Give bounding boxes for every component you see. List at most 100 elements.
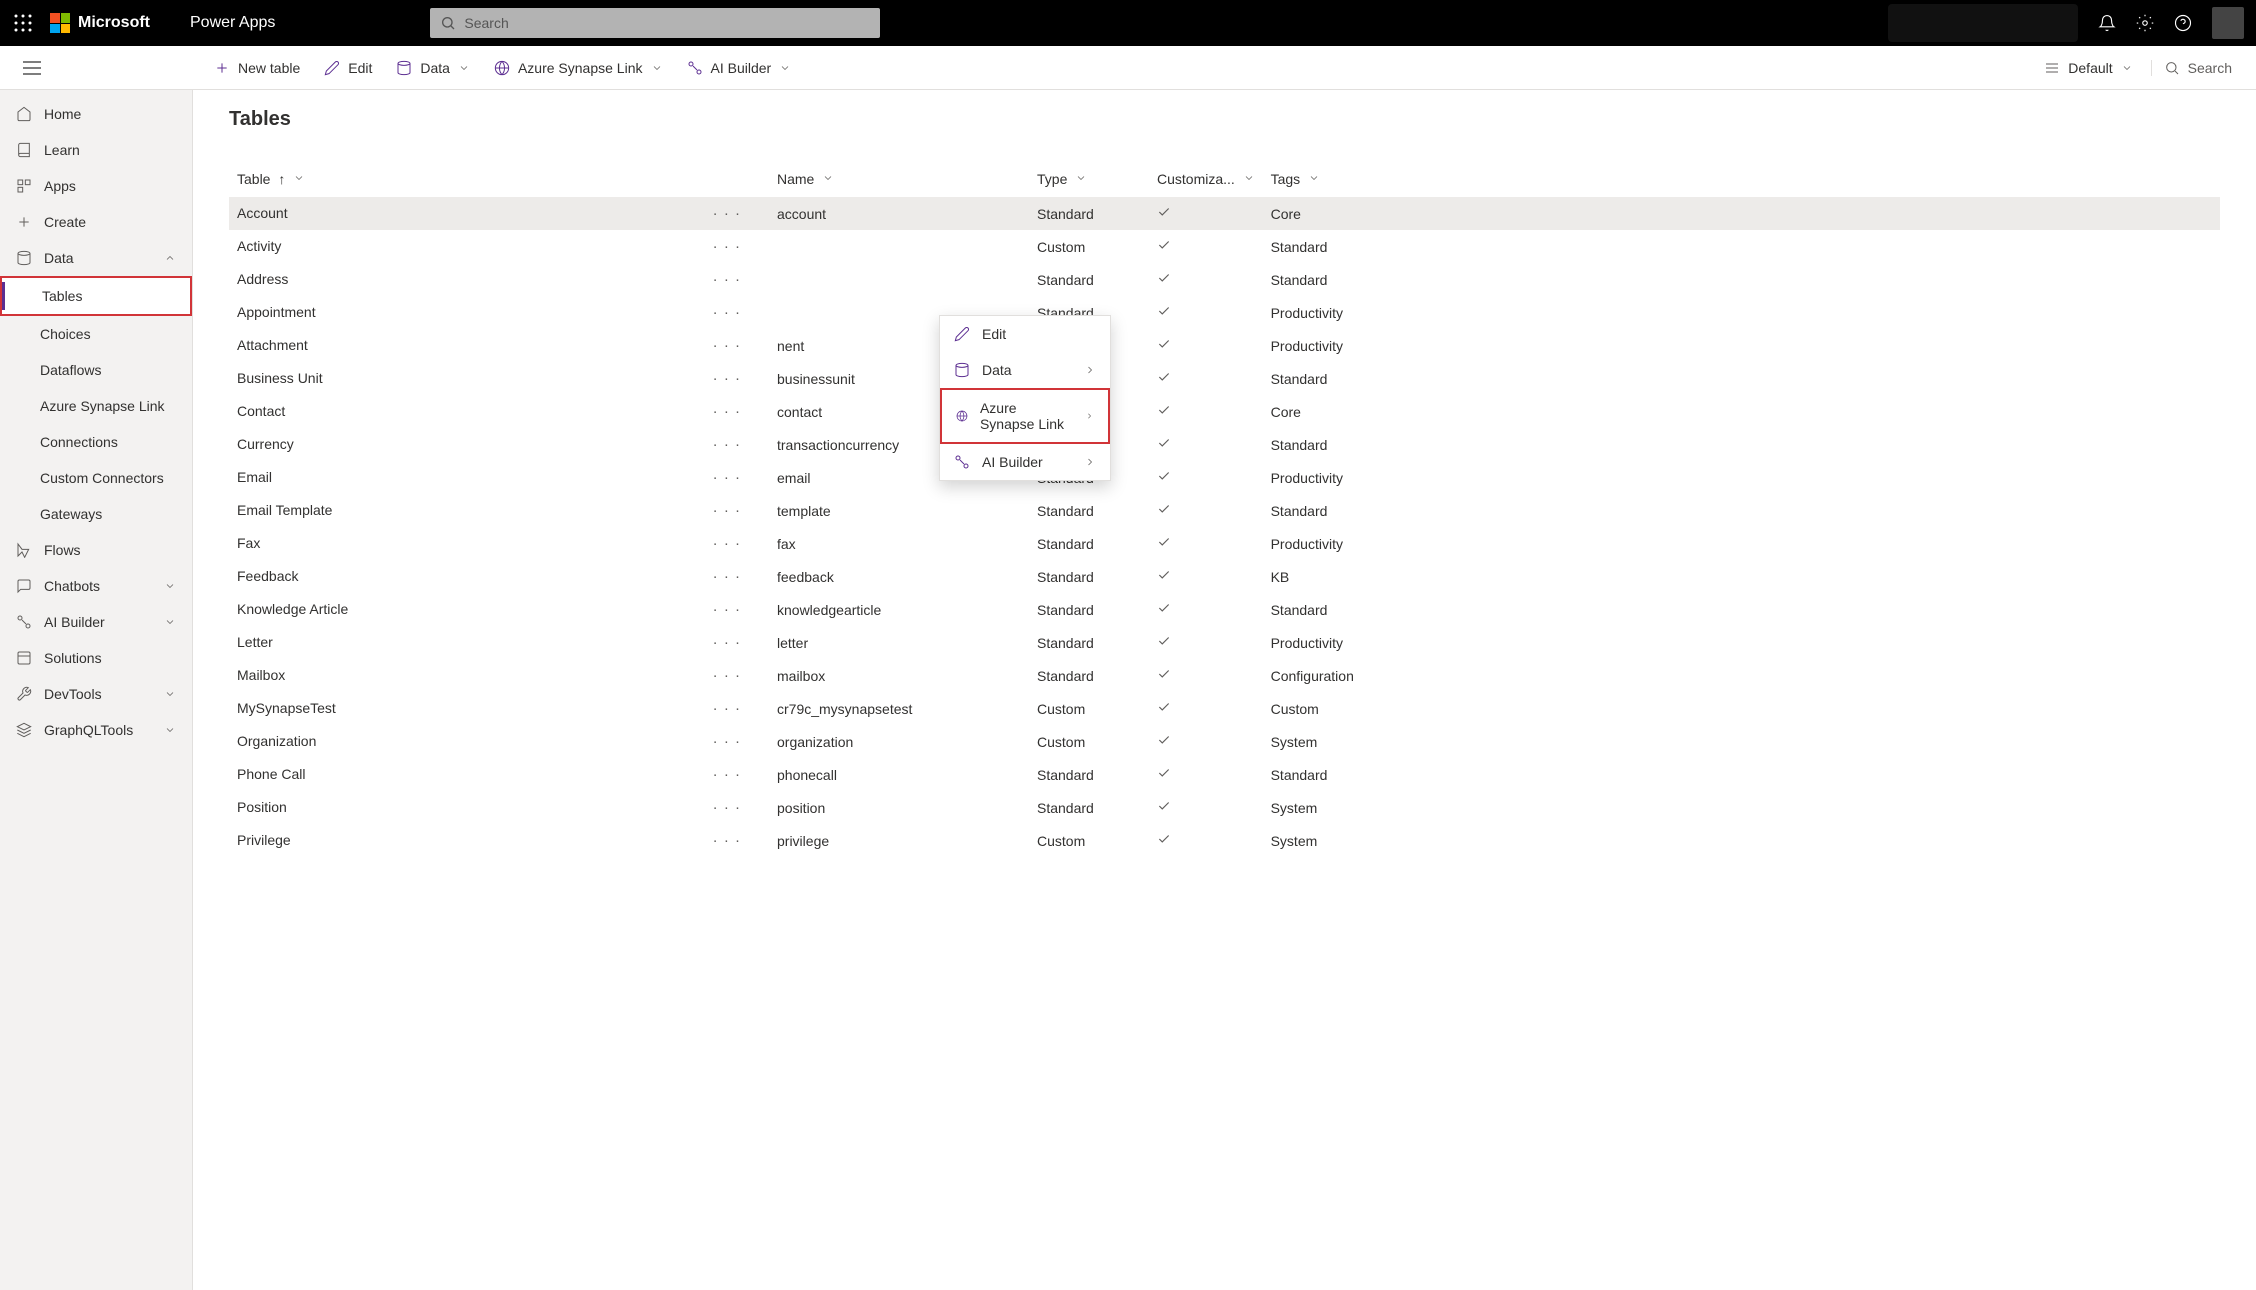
- check-icon: [1157, 799, 1171, 813]
- table-row[interactable]: Address · · · Standard Standard: [229, 263, 2220, 296]
- help-icon[interactable]: [2174, 14, 2192, 32]
- ctx-ai-builder[interactable]: AI Builder: [940, 444, 1110, 480]
- table-row[interactable]: Currency · · · transactioncurrency Stand…: [229, 428, 2220, 461]
- ctx-edit[interactable]: Edit: [940, 316, 1110, 352]
- chevron-down-icon: [822, 172, 834, 184]
- row-more-icon[interactable]: · · ·: [713, 205, 741, 222]
- nav-ai-builder[interactable]: AI Builder: [0, 604, 192, 640]
- row-more-icon[interactable]: · · ·: [713, 337, 741, 354]
- ctx-data[interactable]: Data: [940, 352, 1110, 388]
- nav-gateways[interactable]: Gateways: [0, 496, 192, 532]
- table-row[interactable]: Phone Call · · · phonecall Standard Stan…: [229, 758, 2220, 791]
- table-row[interactable]: Email · · · email Standard Productivity: [229, 461, 2220, 494]
- nav-solutions[interactable]: Solutions: [0, 640, 192, 676]
- table-row[interactable]: Attachment · · · nent Standard Productiv…: [229, 329, 2220, 362]
- nav-flows[interactable]: Flows: [0, 532, 192, 568]
- row-more-icon[interactable]: · · ·: [713, 436, 741, 453]
- nav-home[interactable]: Home: [0, 96, 192, 132]
- col-header-tags[interactable]: Tags: [1263, 161, 2220, 197]
- cell-type: Standard: [1029, 791, 1149, 824]
- table-row[interactable]: Business Unit · · · businessunit Standar…: [229, 362, 2220, 395]
- settings-icon[interactable]: [2136, 14, 2154, 32]
- nav-tables[interactable]: Tables: [0, 276, 192, 316]
- cell-tags: Standard: [1263, 428, 2220, 461]
- chevron-right-icon: [1085, 410, 1094, 422]
- table-row[interactable]: Privilege · · · privilege Custom System: [229, 824, 2220, 857]
- table-row[interactable]: Activity · · · Custom Standard: [229, 230, 2220, 263]
- nav-dataflows[interactable]: Dataflows: [0, 352, 192, 388]
- table-row[interactable]: Appointment · · · Standard Productivity: [229, 296, 2220, 329]
- cell-table: Currency: [237, 436, 294, 452]
- row-more-icon[interactable]: · · ·: [713, 469, 741, 486]
- row-more-icon[interactable]: · · ·: [713, 700, 741, 717]
- nav-choices[interactable]: Choices: [0, 316, 192, 352]
- table-row[interactable]: Email Template · · · template Standard S…: [229, 494, 2220, 527]
- nav-connections[interactable]: Connections: [0, 424, 192, 460]
- row-more-icon[interactable]: · · ·: [713, 601, 741, 618]
- row-more-icon[interactable]: · · ·: [713, 238, 741, 255]
- cell-type: Standard: [1029, 527, 1149, 560]
- row-more-icon[interactable]: · · ·: [713, 667, 741, 684]
- avatar[interactable]: [2212, 7, 2244, 39]
- nav-devtools[interactable]: DevTools: [0, 676, 192, 712]
- table-search[interactable]: Search: [2151, 60, 2244, 76]
- notifications-icon[interactable]: [2098, 14, 2116, 32]
- nav-data[interactable]: Data: [0, 240, 192, 276]
- row-more-icon[interactable]: · · ·: [713, 370, 741, 387]
- row-more-icon[interactable]: · · ·: [713, 733, 741, 750]
- ctx-synapse-link[interactable]: Azure Synapse Link: [940, 388, 1110, 444]
- table-row[interactable]: Knowledge Article · · · knowledgearticle…: [229, 593, 2220, 626]
- row-more-icon[interactable]: · · ·: [713, 502, 741, 519]
- synapse-link-dropdown[interactable]: Azure Synapse Link: [482, 46, 675, 89]
- cell-table: Account: [237, 205, 288, 221]
- cell-table: Mailbox: [237, 667, 285, 683]
- nav-synapse-link[interactable]: Azure Synapse Link: [0, 388, 192, 424]
- table-row[interactable]: Contact · · · contact Standard Core: [229, 395, 2220, 428]
- nav-toggle[interactable]: [12, 61, 52, 75]
- col-header-name[interactable]: Name: [769, 161, 1029, 197]
- table-row[interactable]: Position · · · position Standard System: [229, 791, 2220, 824]
- global-header: Microsoft Power Apps Search: [0, 0, 2256, 46]
- ai-icon: [954, 454, 970, 470]
- table-row[interactable]: Letter · · · letter Standard Productivit…: [229, 626, 2220, 659]
- nav-learn[interactable]: Learn: [0, 132, 192, 168]
- nav-custom-connectors[interactable]: Custom Connectors: [0, 460, 192, 496]
- view-selector[interactable]: Default: [2032, 60, 2144, 76]
- table-row[interactable]: Feedback · · · feedback Standard KB: [229, 560, 2220, 593]
- cell-type: Custom: [1029, 725, 1149, 758]
- cell-customizable: [1149, 362, 1263, 395]
- nav-chatbots[interactable]: Chatbots: [0, 568, 192, 604]
- col-header-type[interactable]: Type: [1029, 161, 1149, 197]
- global-search[interactable]: Search: [430, 8, 880, 38]
- app-launcher-icon[interactable]: [0, 0, 46, 46]
- row-more-icon[interactable]: · · ·: [713, 568, 741, 585]
- col-header-customizable[interactable]: Customiza...: [1149, 161, 1263, 197]
- new-table-button[interactable]: New table: [202, 46, 312, 89]
- row-more-icon[interactable]: · · ·: [713, 535, 741, 552]
- synapse-label: Azure Synapse Link: [518, 60, 643, 76]
- nav-apps[interactable]: Apps: [0, 168, 192, 204]
- left-nav: Home Learn Apps Create Data Tables Choic…: [0, 90, 193, 1290]
- cell-customizable: [1149, 263, 1263, 296]
- nav-graphqltools[interactable]: GraphQLTools: [0, 712, 192, 748]
- row-more-icon[interactable]: · · ·: [713, 766, 741, 783]
- table-row[interactable]: Organization · · · organization Custom S…: [229, 725, 2220, 758]
- cell-tags: System: [1263, 791, 2220, 824]
- row-more-icon[interactable]: · · ·: [713, 832, 741, 849]
- row-more-icon[interactable]: · · ·: [713, 271, 741, 288]
- row-more-icon[interactable]: · · ·: [713, 634, 741, 651]
- table-row[interactable]: MySynapseTest · · · cr79c_mysynapsetest …: [229, 692, 2220, 725]
- table-row[interactable]: Mailbox · · · mailbox Standard Configura…: [229, 659, 2220, 692]
- table-row[interactable]: Account · · · account Standard Core: [229, 197, 2220, 230]
- data-dropdown[interactable]: Data: [384, 46, 482, 89]
- row-more-icon[interactable]: · · ·: [713, 799, 741, 816]
- environment-picker[interactable]: [1888, 4, 2078, 42]
- edit-button[interactable]: Edit: [312, 46, 384, 89]
- table-row[interactable]: Fax · · · fax Standard Productivity: [229, 527, 2220, 560]
- row-more-icon[interactable]: · · ·: [713, 304, 741, 321]
- col-header-table[interactable]: Table ↑: [229, 161, 769, 197]
- cell-tags: Productivity: [1263, 296, 2220, 329]
- ai-builder-dropdown[interactable]: AI Builder: [675, 46, 804, 89]
- nav-create[interactable]: Create: [0, 204, 192, 240]
- row-more-icon[interactable]: · · ·: [713, 403, 741, 420]
